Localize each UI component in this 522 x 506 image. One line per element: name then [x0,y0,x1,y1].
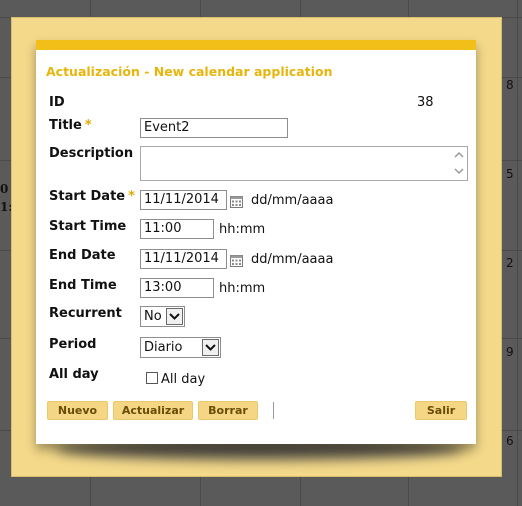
calendar-fragment-text: 0 [0,182,9,196]
salir-button[interactable]: Salir [415,401,467,420]
calendar-day-number: 2 [506,256,514,270]
calendar-day-number: 8 [506,78,514,92]
recurrent-select[interactable]: No [140,306,185,327]
calendar-day-number: 6 [506,434,514,448]
id-value: 38 [417,95,434,110]
title-label-text: Title [49,118,82,133]
all-day-checkbox-label[interactable]: All day [161,372,205,387]
calendar-icon[interactable] [230,254,243,267]
start-date-input[interactable]: 11/11/2014 [140,190,227,210]
description-scrollbar[interactable] [452,148,466,179]
calendar-day-number: 9 [506,345,514,359]
period-select[interactable]: Diario [140,337,221,358]
nuevo-button[interactable]: Nuevo [47,401,108,420]
end-time-label: End Time [49,278,117,293]
required-marker: * [84,118,92,133]
end-date-label: End Date [49,248,116,263]
description-textarea[interactable] [140,146,468,181]
borrar-button[interactable]: Borrar [198,401,258,420]
start-time-format-hint: hh:mm [219,222,266,237]
title-label: Title * [49,118,92,133]
scroll-down-icon[interactable] [453,166,465,178]
start-date-label: Start Date * [49,189,135,204]
event-dialog: Actualización - New calendar application… [36,40,476,444]
button-separator [273,402,274,419]
chevron-down-icon[interactable] [166,308,183,325]
actualizar-button[interactable]: Actualizar [113,401,193,420]
all-day-label: All day [49,367,99,382]
calendar-day-number: 5 [506,167,514,181]
end-time-format-hint: hh:mm [219,281,266,296]
chevron-down-icon[interactable] [202,339,219,356]
period-label: Period [49,337,97,352]
id-label: ID [49,95,65,110]
title-input[interactable]: Event2 [140,118,288,138]
dialog-accent-bar [36,40,476,50]
end-date-format-hint: dd/mm/aaaa [251,252,334,267]
dialog-title: Actualización - New calendar application [46,64,333,79]
period-selected-value: Diario [144,340,183,355]
end-date-input[interactable]: 11/11/2014 [140,249,227,269]
start-time-label: Start Time [49,219,127,234]
required-marker: * [128,189,135,204]
all-day-checkbox[interactable] [146,372,158,384]
recurrent-selected-value: No [144,309,162,324]
end-time-input[interactable]: 13:00 [140,278,214,298]
start-date-label-text: Start Date [49,189,126,204]
scroll-up-icon[interactable] [453,150,465,162]
description-label: Description [49,146,134,161]
grid-line [517,0,518,506]
recurrent-label: Recurrent [49,306,122,321]
calendar-icon[interactable] [230,195,243,208]
start-time-input[interactable]: 11:00 [140,219,214,239]
start-date-format-hint: dd/mm/aaaa [251,193,334,208]
